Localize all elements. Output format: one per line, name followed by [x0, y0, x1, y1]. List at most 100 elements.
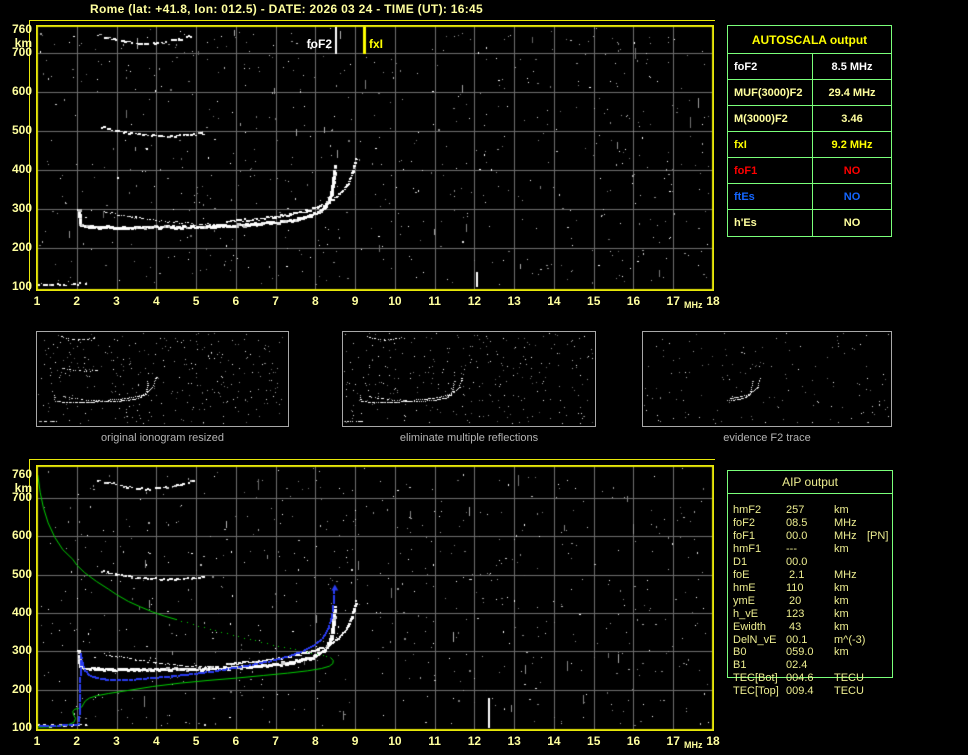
y-tick-label: 200 [11, 240, 32, 254]
aip-value: 059.0 [786, 646, 814, 659]
y-tick-label: 300 [11, 643, 32, 658]
x-tick-label: 11 [428, 294, 441, 308]
autoscala-row-value: NO [843, 217, 861, 229]
autoscala-row-fxi: fxI 9.2 MHz [728, 132, 891, 158]
y-axis-unit-label: km [14, 480, 32, 495]
thumbnail-caption-evidence: evidence F2 trace [723, 432, 811, 444]
aip-value: 110 [786, 581, 804, 594]
fxi-marker-label: fxI [369, 37, 384, 51]
autoscala-row-label: MUF(3000)F2 [728, 80, 813, 105]
top-ionogram-plot [36, 25, 714, 291]
x-tick-label: 14 [547, 294, 561, 308]
x-tick-label: 1 [33, 734, 41, 748]
aip-value: --- [786, 542, 797, 555]
autoscala-row-m-3000-f2: M(3000)F2 3.46 [728, 106, 891, 132]
aip-value: 00.1 [786, 633, 808, 646]
aip-unit: km [834, 594, 849, 607]
autoscala-output-table: AUTOSCALA output foF2 8.5 MHz MUF(3000)F2 2… [727, 25, 892, 237]
autoscala-app-window: { "title": "Rome (lat: +41.8, lon: 012.5… [0, 0, 968, 755]
x-tick-label: 5 [192, 294, 200, 308]
aip-value: 2.1 [786, 568, 805, 581]
x-tick-label: 2 [73, 294, 81, 308]
y-tick-label: 760 [11, 21, 32, 36]
thumbnail-caption-original: original ionogram resized [101, 432, 224, 444]
x-tick-label: 4 [152, 294, 160, 308]
x-tick-label: 18 [706, 734, 720, 748]
aip-value: 123 [786, 607, 805, 620]
aip-unit: km [834, 620, 849, 633]
autoscala-row-value: 8.5 MHz [831, 60, 873, 73]
x-tick-label: 2 [73, 734, 81, 748]
x-tick-label: 3 [113, 294, 120, 308]
autoscala-row-muf-3000-f2: MUF(3000)F2 29.4 MHz [728, 80, 891, 106]
y-tick-label: 760 [11, 466, 32, 481]
x-tick-label: 8 [312, 294, 319, 308]
autoscala-row-value: NO [843, 190, 861, 203]
x-tick-label: 9 [351, 294, 359, 308]
x-tick-label: 15 [587, 294, 601, 308]
y-axis-unit-label: km [14, 35, 32, 50]
aip-value: 43 [786, 620, 802, 633]
autoscala-row-label: ftEs [728, 184, 813, 209]
thumbnail-caption-eliminate: eliminate multiple reflections [399, 432, 539, 444]
y-tick-label: 300 [11, 201, 32, 215]
bottom-plot-outer-top-axis-line [29, 459, 715, 460]
y-tick-label: 100 [11, 279, 32, 293]
fof2-marker-label: foF2 [306, 37, 332, 51]
autoscala-row-fof1: foF1 NO [728, 158, 891, 184]
aip-label: foF1 [733, 529, 756, 542]
autoscala-row-value: NO [843, 164, 861, 177]
aip-value: 20 [786, 594, 802, 607]
autoscala-row-value: 9.2 MHz [831, 138, 873, 151]
aip-value: 004.6 [786, 672, 814, 685]
x-tick-label: 14 [547, 734, 561, 748]
bottom-ionogram-profile-plot [36, 465, 714, 731]
thumbnail-eliminate-reflections [342, 331, 596, 427]
aip-unit: km [834, 646, 849, 659]
aip-extra: [PN] [867, 529, 889, 542]
aip-unit: km [834, 542, 849, 555]
aip-unit: MHz [834, 529, 857, 542]
aip-unit: MHz [834, 568, 857, 581]
autoscala-row-h-es: h'Es NO [728, 210, 891, 236]
aip-label: B0 [733, 646, 747, 659]
aip-unit: MHz [834, 516, 857, 529]
y-tick-label: 500 [11, 123, 32, 137]
x-tick-label: 6 [232, 734, 240, 748]
aip-output-table: AIP output hmF2 257 km foF2 08.5 MHz foF1 00.0 M… [727, 470, 907, 710]
aip-unit: m^(-3) [834, 633, 866, 646]
aip-unit: km [834, 607, 849, 620]
x-tick-label: 8 [312, 734, 319, 748]
x-tick-label: 4 [152, 734, 160, 748]
aip-value: 00.0 [786, 555, 808, 568]
aip-label: TEC[Top] [733, 685, 779, 698]
thumbnail-evidence-f2-trace [642, 331, 892, 427]
x-tick-label: 1 [33, 294, 41, 308]
aip-label: hmF1 [733, 542, 762, 555]
aip-unit: TECU [834, 685, 864, 698]
x-tick-label: 11 [428, 734, 441, 748]
autoscala-row-value: 3.46 [841, 112, 863, 125]
aip-unit: TECU [834, 672, 864, 685]
y-tick-label: 600 [11, 528, 32, 543]
x-tick-label: 7 [272, 294, 279, 308]
y-tick-label: 400 [11, 162, 32, 176]
aip-value: 257 [786, 504, 805, 516]
aip-label: hmF2 [733, 504, 762, 516]
x-tick-label: 18 [706, 294, 720, 308]
x-axis-unit-label: MHz [684, 300, 703, 310]
x-tick-label: 10 [388, 734, 402, 748]
x-tick-label: 7 [272, 734, 279, 748]
autoscala-table-header: AUTOSCALA output [728, 26, 891, 54]
autoscala-table-body: foF2 8.5 MHz MUF(3000)F2 29.4 MHz M(3000)F2 3… [728, 54, 891, 236]
autoscala-row-fof2: foF2 8.5 MHz [728, 54, 891, 80]
autoscala-row-label: M(3000)F2 [728, 106, 813, 131]
y-tick-label: 100 [11, 719, 32, 734]
aip-label: TEC[Bot] [733, 672, 778, 685]
aip-label: B1 [733, 659, 747, 672]
aip-label: ymE [733, 594, 755, 607]
aip-label: DelN_vE [733, 633, 777, 646]
x-tick-label: 12 [467, 294, 482, 308]
aip-label: foE [733, 568, 750, 581]
aip-table-header: AIP output [782, 475, 838, 489]
